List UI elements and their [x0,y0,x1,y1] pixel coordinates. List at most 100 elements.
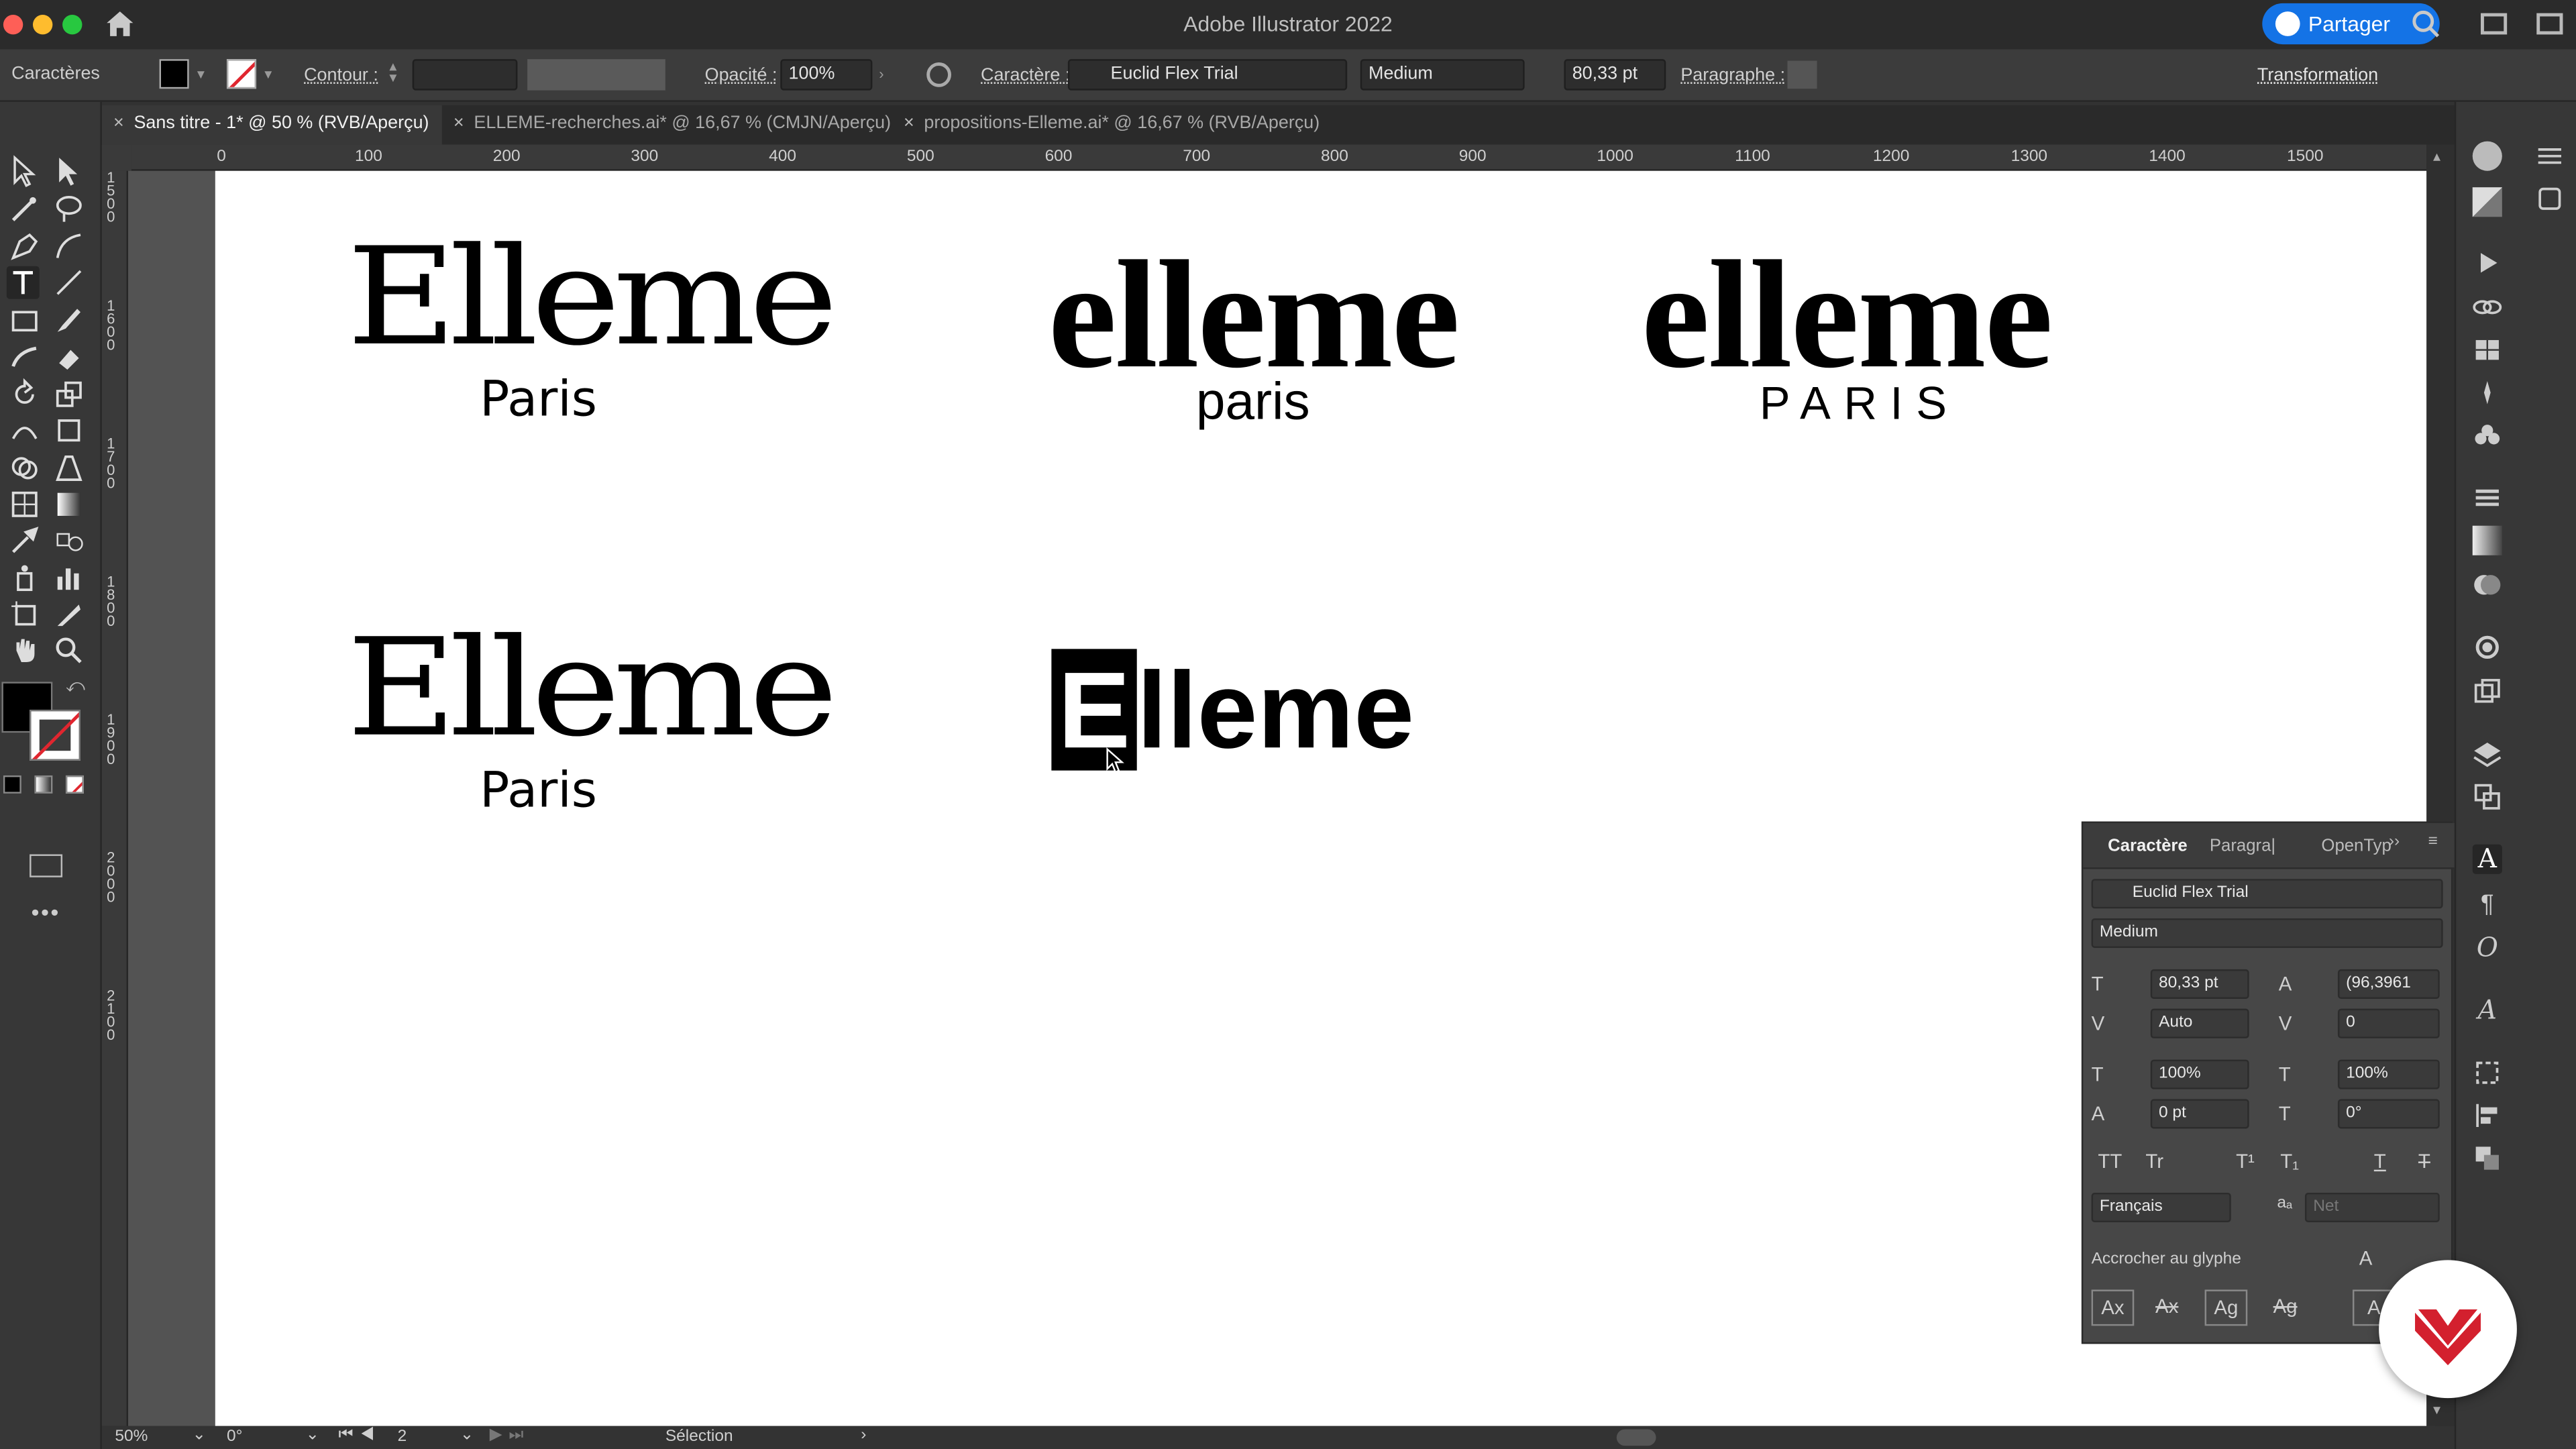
close-tab-icon[interactable]: × [904,113,914,133]
gradient-mode-icon[interactable] [34,775,53,794]
transform-panel-icon[interactable] [2473,1058,2502,1087]
pen-tool-icon[interactable] [8,230,41,263]
artboard-tool-icon[interactable] [8,598,41,631]
leading-field[interactable]: (96,3961 [2337,969,2440,999]
cc-libraries-icon[interactable] [2535,184,2565,213]
snap-angular-guides-button[interactable]: Ag [2264,1289,2307,1326]
chevron-down-icon[interactable]: ⌄ [193,1426,207,1444]
align-center-icon[interactable] [1827,61,1856,89]
line-tool-icon[interactable] [52,266,85,299]
opacity-label[interactable]: Opacité : [705,66,777,85]
paintbrush-tool-icon[interactable] [52,304,85,337]
layers-icon[interactable] [2473,739,2502,769]
symbol-sprayer-tool-icon[interactable] [8,562,41,595]
transform-label[interactable]: Transformation [2257,66,2378,85]
align-right-icon[interactable] [1865,61,1894,89]
panel-menu-icon[interactable]: ≡ [2428,833,2438,851]
character-panel-icon[interactable]: A [2472,844,2502,874]
tracking-field[interactable]: 0 [2337,1008,2440,1038]
snap-options-icon[interactable]: A [2359,1247,2373,1270]
close-tab-icon[interactable]: × [453,113,464,133]
superscript-button[interactable]: T¹ [2236,1150,2255,1173]
type-tool-icon[interactable] [6,266,40,299]
vertical-ruler[interactable]: 1500 1600 1700 1800 1900 2000 2100 [101,170,129,1426]
scroll-up-icon[interactable]: ▴ [2433,148,2440,166]
none-mode-icon[interactable] [65,775,84,794]
recolor-icon[interactable] [926,62,951,87]
properties-icon[interactable] [2472,141,2502,171]
collapse-panel-icon[interactable]: ›› [2389,833,2400,851]
perspective-grid-tool-icon[interactable] [52,451,85,484]
slice-tool-icon[interactable] [52,598,85,631]
tab-propositions-elleme[interactable]: × propositions-Elleme.ai* @ 16,67 % (RVB/… [892,105,1385,145]
graphic-styles-icon[interactable] [2473,677,2502,706]
shaper-tool-icon[interactable] [8,341,41,374]
gradient-panel-icon[interactable] [2472,525,2502,555]
tab-sans-titre[interactable]: × Sans titre - 1* @ 50 % (RVB/Aperçu) [101,105,442,145]
font-size-field[interactable]: 80,33 pt [2150,969,2249,999]
screen-mode-icon[interactable] [30,854,63,877]
zoom-tool-icon[interactable] [52,634,85,667]
character-label[interactable]: Caractère : [981,66,1070,85]
paragraph-panel-icon[interactable]: ¶ [2473,890,2502,920]
artboard-number[interactable]: 2 [398,1428,407,1446]
tab-character[interactable]: Caractère [2108,837,2188,856]
stroke-panel-icon[interactable] [2473,483,2502,513]
properties-panel-icon[interactable] [2535,142,2565,171]
align-panel-icon[interactable] [2473,1101,2502,1130]
curvature-tool-icon[interactable] [52,230,85,263]
free-transform-tool-icon[interactable] [52,414,85,447]
all-caps-button[interactable]: TT [2098,1150,2122,1173]
kerning-field[interactable]: Auto [2150,1008,2249,1038]
mesh-tool-icon[interactable] [8,488,41,521]
logo-sub-paris-caps[interactable]: PARIS [1760,378,1960,430]
opentype-panel-icon[interactable]: O [2473,932,2502,963]
eyedropper-tool-icon[interactable] [8,524,41,557]
blend-tool-icon[interactable] [52,524,85,557]
ruler-origin[interactable] [101,144,131,171]
transparency-icon[interactable] [2473,570,2502,600]
chevron-down-icon[interactable]: ▾ [264,66,272,84]
underline-button[interactable]: T [2374,1150,2386,1173]
tab-elleme-recherches[interactable]: × ELLEME-recherches.ai* @ 16,67 % (CMJN/A… [442,105,892,145]
font-style-field[interactable]: Medium [1360,59,1525,91]
panel-font-style-field[interactable]: Medium [2091,918,2443,949]
pathfinder-icon[interactable] [2473,1144,2502,1173]
panel-font-family-field[interactable]: Euclid Flex Trial [2091,879,2443,909]
play-actions-icon[interactable] [2473,248,2502,278]
fill-swatch[interactable] [159,59,189,89]
small-caps-button[interactable]: Tr [2145,1150,2163,1173]
font-size-field[interactable]: 80,33 pt [1564,59,1666,91]
variable-width-profile[interactable] [527,59,665,91]
snap-baseline-button[interactable]: Ax [2091,1289,2135,1326]
warp-tool-icon[interactable] [8,414,41,447]
align-left-icon[interactable] [1787,60,1817,89]
vertical-scale-field[interactable]: 100% [2150,1059,2249,1089]
glyphs-panel-icon[interactable]: A [2473,994,2502,1026]
horizontal-ruler[interactable]: 0 100 200 300 400 500 600 700 800 900 10… [131,144,2427,171]
zoom-level[interactable]: 50% [115,1428,148,1446]
status-tool[interactable]: Sélection [665,1428,733,1446]
logo-sub-paris-copy[interactable]: Paris [480,762,597,820]
chevron-down-icon[interactable]: ⌄ [460,1426,474,1444]
stroke-color-swatch[interactable] [30,709,81,761]
stroke-weight-field[interactable] [412,59,518,91]
logo-sub-paris[interactable]: Paris [480,371,597,429]
more-tools-icon[interactable]: ••• [32,899,60,925]
search-icon[interactable] [2412,10,2441,48]
rotation-value[interactable]: 0° [227,1428,242,1446]
rotate-tool-icon[interactable] [8,378,41,411]
scroll-down-icon[interactable]: ▾ [2433,1401,2440,1419]
chevron-right-icon[interactable]: › [861,1426,866,1444]
lasso-tool-icon[interactable] [52,193,85,225]
antialias-select[interactable]: Net [2304,1192,2440,1223]
stepper-icon[interactable]: ▴ ▾ [389,58,396,85]
selection-tool-icon[interactable] [8,154,41,188]
color-mode-icon[interactable] [3,775,21,794]
snap-glyph-bounds-button[interactable]: Ag [2204,1289,2248,1326]
gradient-tool-icon[interactable] [52,488,85,521]
direct-selection-tool-icon[interactable] [52,154,85,187]
opacity-field[interactable]: 100% [780,59,873,91]
artboard-nav-prev[interactable]: ⏮◀ [338,1426,380,1444]
chevron-down-icon[interactable]: ▾ [197,66,205,84]
